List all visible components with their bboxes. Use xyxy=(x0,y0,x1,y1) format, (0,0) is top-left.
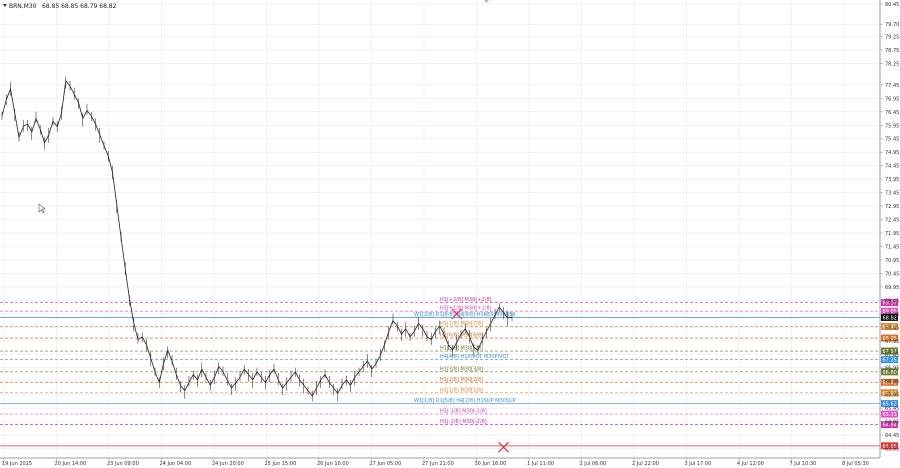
x-tick-label: 7 Jul 10:30 xyxy=(790,461,817,467)
y-tick-label: 63.95 xyxy=(885,447,899,453)
y-tick-label: 75.45 xyxy=(885,137,899,143)
level-label: H1[7/8] M30[7/8] xyxy=(440,321,483,327)
y-tick-label: 71.95 xyxy=(885,231,899,237)
y-tick-label: 71.45 xyxy=(885,245,899,251)
x-tick-label: 24 Jun 04:00 xyxy=(160,461,192,467)
y-tick-label: 69.45 xyxy=(885,298,899,304)
y-tick-label: 79.70 xyxy=(885,22,899,28)
y-tick-label: 70.45 xyxy=(885,271,899,277)
y-tick-label: 77.45 xyxy=(885,83,899,89)
y-tick-label: 67.45 xyxy=(885,352,899,358)
y-tick-label: 79.25 xyxy=(885,34,899,40)
level-label: H1[1/8] M30[1/8] xyxy=(440,387,483,393)
x-tick-label: 8 Jul 05:30 xyxy=(842,461,869,467)
level-label: H1[+1/8] M30[+1/8] xyxy=(440,306,492,312)
x-tick-label: 1 Jul 11:00 xyxy=(527,461,554,467)
y-tick-label: 70.95 xyxy=(885,258,899,264)
y-tick-label: 72.45 xyxy=(885,218,899,224)
y-tick-label: 80.45 xyxy=(885,2,899,8)
level-label: W1[1/8] D1[5/8] H4[2/8] H1SUP M30SUP xyxy=(414,398,516,404)
y-tick-label: 78.75 xyxy=(885,48,899,54)
time-axis[interactable]: 19 Jun 2025 20 Jun 14:00 23 Jun 09:00 24 Ju… xyxy=(2,458,869,467)
level-label: H1[+2/8] M30[+2/8] xyxy=(440,297,492,303)
chart-area[interactable]: H1[+2/8] M30[+2/8]69.37H1[+1/8] M30[+1/8… xyxy=(0,0,900,468)
x-tick-label: 23 Jun 09:00 xyxy=(107,461,139,467)
y-tick-label: 68.95 xyxy=(885,312,899,318)
y-tick-label: 66.45 xyxy=(885,379,899,385)
y-tick-label: 75.95 xyxy=(885,123,899,129)
x-tick-label: 2 Jul 06:00 xyxy=(580,461,607,467)
y-tick-label: 76.95 xyxy=(885,96,899,102)
level-label: H1[2/8] M30[2/8] xyxy=(440,377,483,383)
y-tick-label: 73.45 xyxy=(885,191,899,197)
level-label: H1[5/8] M30[5/8] xyxy=(440,346,483,352)
x-tick-label: 3 Jul 17:00 xyxy=(685,461,712,467)
y-tick-label: 65.95 xyxy=(885,393,899,399)
y-tick-label: 78.25 xyxy=(885,61,899,67)
y-tick-label: 68.45 xyxy=(885,325,899,331)
level-label: H4[4/8] H1PIVOT M30PIVOT xyxy=(440,354,510,360)
x-tick-label: 20 Jun 14:00 xyxy=(55,461,87,467)
y-tick-label: 66.95 xyxy=(885,366,899,372)
y-tick-label: 67.95 xyxy=(885,339,899,345)
y-tick-label: 72.95 xyxy=(885,204,899,210)
x-tick-label: 24 Jun 20:00 xyxy=(212,461,244,467)
x-tick-label: 25 Jun 15:00 xyxy=(265,461,297,467)
y-tick-label: 64.45 xyxy=(885,433,899,439)
symbol-header[interactable]: BRN,M30 68.85 68.85 68.79 68.82 xyxy=(3,3,117,10)
y-tick-label: 69.95 xyxy=(885,285,899,291)
y-tick-label: 64.95 xyxy=(885,420,899,426)
y-tick-label: 65.45 xyxy=(885,406,899,412)
level-label: W1[2/8] D1[8/8] H4[8/8] H1RES M30RES xyxy=(414,312,516,318)
symbol-label: BRN,M30 xyxy=(9,3,37,10)
x-tick-label: 19 Jun 2025 xyxy=(2,461,32,467)
x-tick-label: 4 Jul 12:00 xyxy=(737,461,764,467)
x-tick-label: 30 Jun 16:00 xyxy=(475,461,507,467)
y-tick-label: 74.95 xyxy=(885,150,899,156)
ohlc-label: 68.85 68.85 68.79 68.82 xyxy=(42,3,117,10)
x-tick-label: 27 Jun 05:00 xyxy=(370,461,402,467)
level-label: H1[3/8] M30[3/8] xyxy=(440,366,483,372)
y-tick-label: 76.45 xyxy=(885,110,899,116)
x-tick-label: 26 Jun 10:00 xyxy=(317,461,349,467)
y-tick-label: 74.45 xyxy=(885,164,899,170)
x-tick-label: 2 Jul 22:00 xyxy=(632,461,659,467)
level-price-tag-text: 67.25 xyxy=(883,358,897,364)
level-label: H1[-1/8] M30[-1/8] xyxy=(440,409,487,415)
level-price-tag-text: 65.23 xyxy=(883,412,897,418)
level-label: H1[-2/8] M30[-2/8] xyxy=(440,419,487,425)
y-tick-label: 73.95 xyxy=(885,177,899,183)
x-tick-label: 27 Jun 21:00 xyxy=(422,461,454,467)
